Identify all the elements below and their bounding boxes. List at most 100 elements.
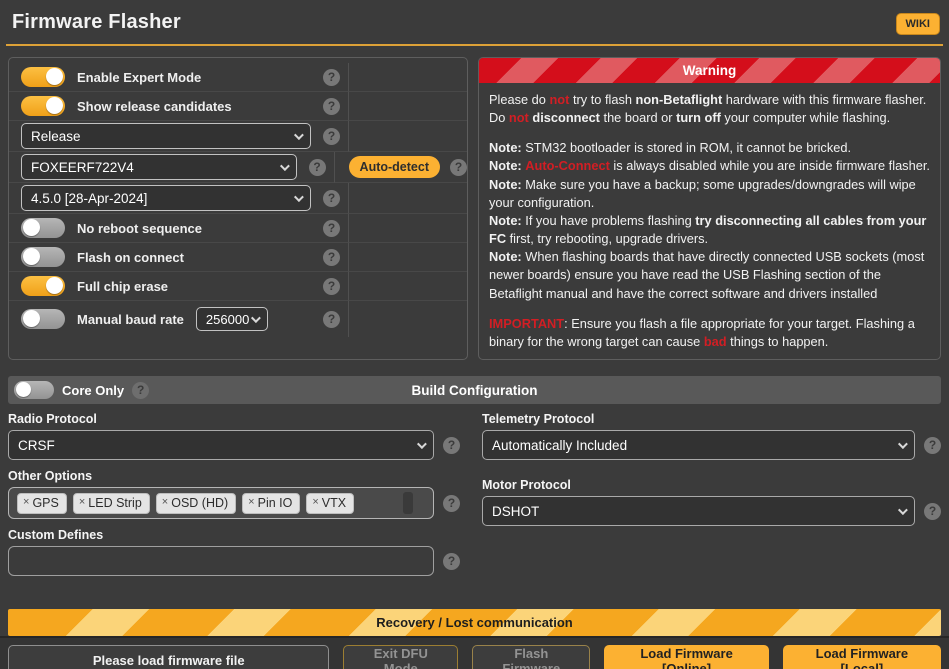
help-icon[interactable]: ?	[323, 98, 340, 115]
full-chip-erase-toggle[interactable]	[21, 276, 65, 296]
flash-on-connect-toggle[interactable]	[21, 247, 65, 267]
radio-protocol-value: CRSF	[18, 438, 55, 453]
flash-on-connect-label: Flash on connect	[77, 250, 184, 265]
build-configuration-bar: Core Only ? Build Configuration	[8, 376, 941, 404]
option-tag: ×LED Strip	[73, 493, 150, 514]
manual-baud-label: Manual baud rate	[77, 312, 184, 327]
board-value: FOXEERF722V4	[31, 160, 134, 175]
chevron-down-icon	[898, 439, 908, 449]
help-icon[interactable]: ?	[450, 159, 467, 176]
baud-rate-value: 256000	[206, 312, 249, 327]
tag-label: VTX	[322, 496, 346, 510]
build-right-column: Telemetry Protocol Automatically Include…	[482, 412, 941, 585]
other-options-multiselect[interactable]: ×GPS×LED Strip×OSD (HD)×Pin IO×VTX	[8, 487, 434, 519]
recovery-bar[interactable]: Recovery / Lost communication	[8, 609, 941, 636]
chevron-down-icon	[898, 505, 908, 515]
motor-protocol-value: DSHOT	[492, 504, 539, 519]
chevron-down-icon	[417, 439, 427, 449]
footer-toolbar: Please load firmware file Exit DFU Mode …	[0, 636, 949, 669]
warning-panel: Warning Please do not try to flash non-B…	[478, 57, 941, 360]
option-tag: ×GPS	[17, 493, 67, 514]
help-icon[interactable]: ?	[323, 220, 340, 237]
toggle-knob	[23, 310, 40, 327]
option-row-release-type: Release ?	[9, 121, 467, 152]
radio-protocol-select[interactable]: CRSF	[8, 430, 434, 460]
load-firmware-online-button[interactable]: Load Firmware [Online]	[604, 645, 768, 669]
flash-firmware-button[interactable]: Flash Firmware	[472, 645, 590, 669]
release-candidates-toggle[interactable]	[21, 96, 65, 116]
help-icon[interactable]: ?	[323, 69, 340, 86]
option-tag: ×OSD (HD)	[156, 493, 236, 514]
help-icon[interactable]: ?	[443, 553, 460, 570]
telemetry-protocol-select[interactable]: Automatically Included	[482, 430, 915, 460]
multiselect-caret	[403, 492, 413, 514]
board-select[interactable]: FOXEERF722V4	[21, 154, 297, 180]
remove-tag-icon[interactable]: ×	[162, 497, 168, 508]
radio-protocol-label: Radio Protocol	[8, 412, 460, 426]
custom-defines-field: Custom Defines ?	[8, 528, 460, 576]
other-options-field: Other Options ×GPS×LED Strip×OSD (HD)×Pi…	[8, 469, 460, 519]
warning-title: Warning	[683, 63, 737, 78]
option-row-flash-on-connect: Flash on connect ?	[9, 243, 467, 272]
version-select[interactable]: 4.5.0 [28-Apr-2024]	[21, 185, 311, 211]
radio-protocol-field: Radio Protocol CRSF ?	[8, 412, 460, 460]
telemetry-protocol-field: Telemetry Protocol Automatically Include…	[482, 412, 941, 460]
help-icon[interactable]: ?	[323, 249, 340, 266]
flash-options-panel: Enable Expert Mode ? Show release candid…	[8, 57, 468, 360]
help-icon[interactable]: ?	[323, 311, 340, 328]
remove-tag-icon[interactable]: ×	[312, 497, 318, 508]
release-type-value: Release	[31, 129, 81, 144]
toggle-knob	[23, 248, 40, 265]
auto-detect-button[interactable]: Auto-detect	[349, 156, 440, 178]
no-reboot-toggle[interactable]	[21, 218, 65, 238]
core-only-toggle[interactable]	[14, 381, 54, 399]
toggle-knob	[46, 68, 63, 85]
baud-rate-select[interactable]: 256000	[196, 307, 268, 331]
expert-mode-label: Enable Expert Mode	[77, 70, 201, 85]
motor-protocol-select[interactable]: DSHOT	[482, 496, 915, 526]
toggle-knob	[16, 382, 31, 397]
manual-baud-toggle[interactable]	[21, 309, 65, 329]
warning-body-text: Please do not try to flash non-Betafligh…	[479, 83, 940, 359]
exit-dfu-button[interactable]: Exit DFU Mode	[343, 645, 458, 669]
help-icon[interactable]: ?	[924, 437, 941, 454]
help-icon[interactable]: ?	[323, 190, 340, 207]
chevron-down-icon	[294, 130, 304, 140]
build-configuration-grid: Radio Protocol CRSF ? Other Options ×GPS…	[8, 412, 941, 585]
help-icon[interactable]: ?	[132, 382, 149, 399]
option-row-release-candidates: Show release candidates ?	[9, 92, 467, 121]
release-type-select[interactable]: Release	[21, 123, 311, 149]
help-icon[interactable]: ?	[924, 503, 941, 520]
core-only-label: Core Only	[62, 383, 124, 398]
help-icon[interactable]: ?	[323, 278, 340, 295]
remove-tag-icon[interactable]: ×	[23, 497, 29, 508]
telemetry-protocol-label: Telemetry Protocol	[482, 412, 941, 426]
remove-tag-icon[interactable]: ×	[248, 497, 254, 508]
custom-defines-label: Custom Defines	[8, 528, 460, 542]
release-candidates-label: Show release candidates	[77, 99, 232, 114]
full-chip-erase-label: Full chip erase	[77, 279, 168, 294]
option-tag: × VTX	[306, 493, 354, 514]
custom-defines-input[interactable]	[8, 546, 434, 576]
toggle-knob	[46, 97, 63, 114]
help-icon[interactable]: ?	[443, 437, 460, 454]
load-firmware-file-button[interactable]: Please load firmware file	[8, 645, 329, 669]
help-icon[interactable]: ?	[309, 159, 326, 176]
tag-label: Pin IO	[258, 496, 293, 510]
chevron-down-icon	[294, 192, 304, 202]
option-row-version: 4.5.0 [28-Apr-2024] ?	[9, 183, 467, 214]
tag-label: LED Strip	[88, 496, 142, 510]
flasher-top-row: Enable Expert Mode ? Show release candid…	[8, 57, 941, 360]
wiki-button[interactable]: WIKI	[896, 13, 940, 35]
chevron-down-icon	[251, 313, 261, 323]
help-icon[interactable]: ?	[323, 128, 340, 145]
expert-mode-toggle[interactable]	[21, 67, 65, 87]
motor-protocol-field: Motor Protocol DSHOT ?	[482, 478, 941, 526]
other-options-label: Other Options	[8, 469, 460, 483]
help-icon[interactable]: ?	[443, 495, 460, 512]
load-firmware-local-button[interactable]: Load Firmware [Local]	[783, 645, 941, 669]
telemetry-protocol-value: Automatically Included	[492, 438, 627, 453]
remove-tag-icon[interactable]: ×	[79, 497, 85, 508]
option-row-board: FOXEERF722V4 ? Auto-detect ?	[9, 152, 467, 183]
recovery-bar-label: Recovery / Lost communication	[376, 615, 573, 630]
